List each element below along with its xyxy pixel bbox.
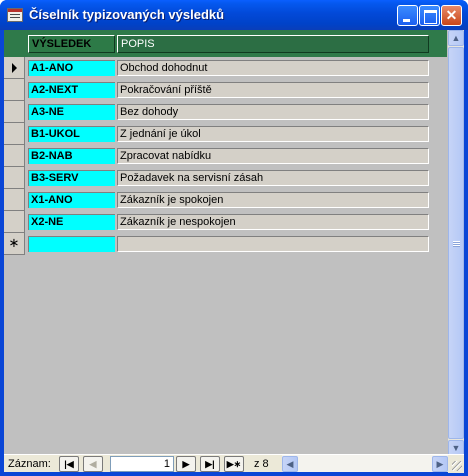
minimize-button[interactable] [397,5,418,26]
code-field[interactable]: B1-UKOL [28,126,115,142]
description-field[interactable]: Bez dohody [117,104,429,120]
code-field[interactable]: X2-NE [28,214,115,230]
record-navigation-bar: Záznam: |◀ ◀ 1 ▶ ▶| ▶∗ z 8 ◀ ▶ [4,454,464,473]
description-field[interactable]: Zákazník je spokojen [117,192,429,208]
description-field[interactable]: Zpracovat nabídku [117,148,429,164]
form-header: VÝSLEDEK POPIS [4,30,447,57]
table-row[interactable]: X1-ANO Zákazník je spokojen [4,189,447,211]
scroll-thumb[interactable] [448,47,464,439]
description-field[interactable]: Obchod dohodnut [117,60,429,76]
close-button[interactable]: ✕ [441,5,462,26]
table-row[interactable]: B1-UKOL Z jednání je úkol [4,123,447,145]
horizontal-scrollbar[interactable]: ◀ ▶ [282,455,448,472]
table-row[interactable]: A3-NE Bez dohody [4,101,447,123]
header-vysledek: VÝSLEDEK [28,35,115,53]
detail-section: A1-ANO Obchod dohodnut A2-NEXT Pokračová… [4,57,447,439]
code-field[interactable]: A3-NE [28,104,115,120]
title-bar[interactable]: Číselník typizovaných výsledků ✕ [0,0,468,30]
table-row[interactable]: A2-NEXT Pokračování příště [4,79,447,101]
last-record-button[interactable]: ▶| [200,456,220,472]
record-selector[interactable] [4,145,25,167]
record-number-input[interactable]: 1 [110,456,174,472]
record-count: z 8 [254,458,269,470]
scroll-left-button[interactable]: ◀ [282,456,298,472]
description-field[interactable]: Z jednání je úkol [117,126,429,142]
scroll-right-button[interactable]: ▶ [432,456,448,472]
new-record-selector[interactable]: ∗ [4,233,25,255]
scroll-up-button[interactable]: ▲ [448,30,464,46]
resize-grip-icon[interactable] [448,455,464,473]
form-icon[interactable] [7,8,23,22]
first-record-button[interactable]: |◀ [59,456,79,472]
description-field[interactable]: Pokračování příště [117,82,429,98]
table-row[interactable]: X2-NE Zákazník je nespokojen [4,211,447,233]
record-selector[interactable] [4,101,25,123]
table-row[interactable]: B2-NAB Zpracovat nabídku [4,145,447,167]
scroll-grip-icon [453,241,460,247]
record-selector-current[interactable] [4,57,25,79]
record-label: Záznam: [8,458,51,470]
new-record-button[interactable]: ▶∗ [224,456,244,472]
current-record-arrow-icon [11,63,17,73]
maximize-button[interactable] [419,5,440,26]
code-field[interactable]: B2-NAB [28,148,115,164]
new-record-row[interactable]: ∗ [4,233,447,255]
new-description-field[interactable] [117,236,429,252]
code-field[interactable]: B3-SERV [28,170,115,186]
next-record-button[interactable]: ▶ [176,456,196,472]
form-client-area: VÝSLEDEK POPIS A1-ANO Obchod dohodnut A2… [4,30,464,473]
table-row[interactable]: A1-ANO Obchod dohodnut [4,57,447,79]
table-row[interactable]: B3-SERV Požadavek na servisní zásah [4,167,447,189]
code-field[interactable]: X1-ANO [28,192,115,208]
record-selector[interactable] [4,123,25,145]
record-selector[interactable] [4,211,25,233]
description-field[interactable]: Zákazník je nespokojen [117,214,429,230]
description-field[interactable]: Požadavek na servisní zásah [117,170,429,186]
header-popis: POPIS [117,35,429,53]
code-field[interactable]: A1-ANO [28,60,115,76]
record-selector[interactable] [4,79,25,101]
previous-record-button[interactable]: ◀ [83,456,103,472]
window-title: Číselník typizovaných výsledků [29,7,225,22]
new-code-field[interactable] [28,236,115,252]
access-form-window: Číselník typizovaných výsledků ✕ VÝSLEDE… [0,0,468,476]
vertical-scrollbar[interactable]: ▲ ▼ [448,30,464,456]
code-field[interactable]: A2-NEXT [28,82,115,98]
record-selector[interactable] [4,167,25,189]
record-selector[interactable] [4,189,25,211]
